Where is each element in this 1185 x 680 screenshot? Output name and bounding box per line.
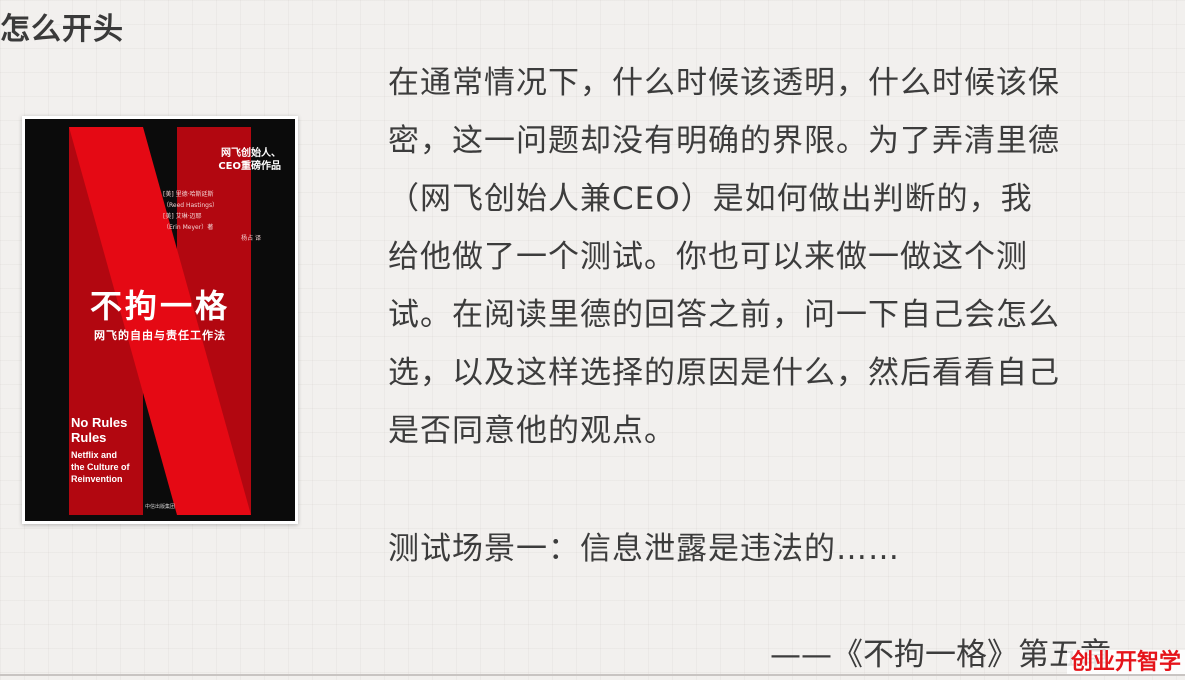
quote-line: 是否同意他的观点。	[388, 413, 676, 449]
test-scenario-text: 测试场景一：信息泄露是违法的……	[388, 531, 900, 567]
quote-line: （网飞创始人兼CEO）是如何做出判断的，我	[388, 181, 1033, 217]
quote-line: 在通常情况下，什么时候该透明，什么时候该保	[388, 65, 1060, 101]
cover-english-subtitle-line: Netflix and	[71, 450, 118, 460]
cover-english-title-line: No Rules	[71, 415, 128, 430]
quote-paragraph: 在通常情况下，什么时候该透明，什么时候该保 密，这一问题却没有明确的界限。为了弄…	[388, 54, 1178, 460]
quote-line: 给他做了一个测试。你也可以来做一做这个测	[388, 239, 1028, 275]
cover-authors: [美] 里德·哈斯廷斯 （Reed Hastings） [美] 艾琳·迈耶 （E…	[163, 189, 283, 244]
quote-attribution: ——《不拘一格》第五章	[770, 637, 1111, 673]
cover-english-subtitle-line: the Culture of	[71, 462, 130, 472]
cover-english-subtitle-line: Reinvention	[71, 474, 123, 484]
cover-author-line: （Erin Meyer）著	[163, 224, 214, 231]
quote-line: 选，以及这样选择的原因是什么，然后看看自己	[388, 355, 1060, 391]
cover-tagline: 网飞创始人、 CEO重磅作品	[171, 147, 281, 173]
cover-publisher: 中信出版集团	[144, 504, 175, 510]
cover-tagline-line: CEO重磅作品	[218, 161, 281, 172]
cover-author-line: [美] 里德·哈斯廷斯	[163, 191, 214, 198]
watermark-logo: 创业开智学	[1066, 650, 1185, 676]
quote-line: 密，这一问题却没有明确的界限。为了弄清里德	[388, 123, 1060, 159]
cover-author-line: （Reed Hastings）	[163, 202, 219, 209]
cover-english-subtitle: Netflix and the Culture of Reinvention	[71, 449, 181, 485]
cover-english-title-line: Rules	[71, 430, 107, 445]
cover-title: 不拘一格	[89, 287, 230, 325]
book-cover-image: 网飞创始人、 CEO重磅作品 [美] 里德·哈斯廷斯 （Reed Hasting…	[22, 116, 298, 524]
cover-tagline-line: 网飞创始人、	[221, 148, 281, 159]
cover-subtitle: 网飞的自由与责任工作法	[94, 329, 226, 342]
cover-english-title: No Rules Rules	[71, 415, 171, 445]
cover-author-line: [美] 艾琳·迈耶	[163, 213, 202, 220]
quote-line: 试。在阅读里德的回答之前，问一下自己会怎么	[388, 297, 1060, 333]
section-title: 怎么开头	[0, 12, 124, 47]
book-cover: 网飞创始人、 CEO重磅作品 [美] 里德·哈斯廷斯 （Reed Hasting…	[25, 119, 295, 521]
cover-translator: 杨占 译	[241, 235, 261, 242]
